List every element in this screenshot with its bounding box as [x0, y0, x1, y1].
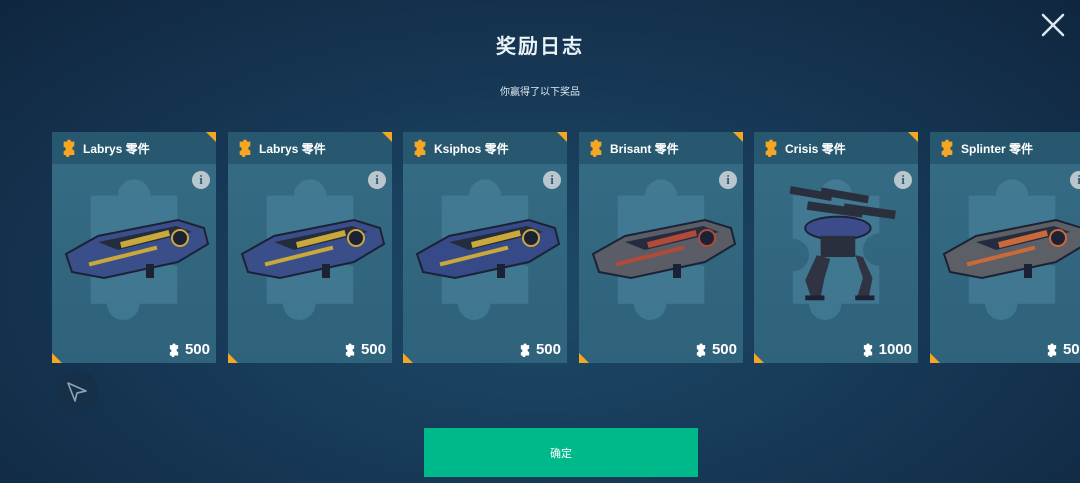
- amount-value: 500: [1062, 341, 1080, 358]
- rarity-corner: [403, 353, 413, 363]
- puzzle-icon: [169, 343, 179, 357]
- close-icon[interactable]: [1040, 12, 1066, 38]
- card-header: Ksiphos 零件: [403, 132, 567, 164]
- puzzle-icon: [696, 343, 706, 357]
- robot-image: [789, 186, 896, 301]
- reward-card[interactable]: Labrys 零件 i 500: [228, 132, 392, 363]
- page-subtitle: 你赢得了以下奖品: [500, 87, 580, 98]
- share-button[interactable]: [55, 370, 99, 414]
- amount-value: 500: [535, 341, 561, 358]
- reward-card[interactable]: Labrys 零件 i 500: [52, 132, 216, 363]
- info-icon[interactable]: i: [192, 171, 210, 189]
- puzzle-icon: [1047, 343, 1057, 357]
- puzzle-icon: [863, 343, 872, 357]
- rarity-corner: [930, 353, 940, 363]
- reward-card-list[interactable]: Labrys 零件 i 500 Labrys 零件 i 500 Ksiphos 零件 i 500…: [52, 132, 1080, 363]
- rarity-corner: [206, 132, 216, 142]
- reward-card[interactable]: Brisant 零件 i 500: [579, 132, 743, 363]
- reward-amount: 500: [167, 341, 210, 358]
- page-title: 奖励日志: [496, 34, 584, 58]
- reward-card[interactable]: Ksiphos 零件 i 500: [403, 132, 567, 363]
- reward-amount: 1000: [861, 341, 912, 358]
- reward-name: Labrys 零件: [83, 141, 150, 156]
- amount-value: 1000: [878, 341, 912, 358]
- puzzle-icon: [590, 139, 602, 157]
- rarity-corner: [733, 132, 743, 142]
- puzzle-icon: [414, 139, 426, 157]
- amount-value: 500: [360, 341, 386, 358]
- send-icon: [67, 382, 87, 402]
- card-header: Labrys 零件: [52, 132, 216, 164]
- amount-value: 500: [711, 341, 737, 358]
- weapon-image: [415, 218, 561, 280]
- rarity-corner: [908, 132, 918, 142]
- card-header: Splinter 零件: [930, 132, 1080, 164]
- rarity-corner: [52, 353, 62, 363]
- reward-amount: 500: [518, 341, 561, 358]
- info-icon[interactable]: i: [719, 171, 737, 189]
- weapon-image: [942, 218, 1080, 280]
- reward-name: Labrys 零件: [259, 141, 326, 156]
- rarity-corner: [754, 353, 764, 363]
- reward-card[interactable]: Crisis 零件 i 1000: [754, 132, 918, 363]
- card-header: Labrys 零件: [228, 132, 392, 164]
- rarity-corner: [557, 132, 567, 142]
- reward-amount: 500: [1045, 341, 1080, 358]
- puzzle-icon: [941, 139, 953, 157]
- card-header: Crisis 零件: [754, 132, 918, 164]
- rarity-corner: [228, 353, 238, 363]
- weapon-image: [591, 218, 737, 280]
- puzzle-icon: [765, 139, 777, 157]
- info-icon[interactable]: i: [543, 171, 561, 189]
- puzzle-icon: [63, 139, 75, 157]
- info-icon[interactable]: i: [894, 171, 912, 189]
- amount-value: 500: [184, 341, 210, 358]
- weapon-image: [240, 218, 386, 280]
- puzzle-icon: [345, 343, 355, 357]
- puzzle-icon: [520, 343, 530, 357]
- card-header: Brisant 零件: [579, 132, 743, 164]
- reward-name: Splinter 零件: [961, 141, 1034, 156]
- confirm-button[interactable]: 确定: [424, 428, 698, 477]
- weapon-image: [64, 218, 210, 280]
- rarity-corner: [579, 353, 589, 363]
- reward-name: Ksiphos 零件: [434, 141, 509, 156]
- rarity-corner: [382, 132, 392, 142]
- reward-amount: 500: [343, 341, 386, 358]
- reward-name: Brisant 零件: [610, 141, 679, 156]
- info-icon[interactable]: i: [368, 171, 386, 189]
- puzzle-icon: [239, 139, 251, 157]
- reward-card[interactable]: Splinter 零件i500: [930, 132, 1080, 363]
- reward-amount: 500: [694, 341, 737, 358]
- reward-name: Crisis 零件: [785, 141, 846, 156]
